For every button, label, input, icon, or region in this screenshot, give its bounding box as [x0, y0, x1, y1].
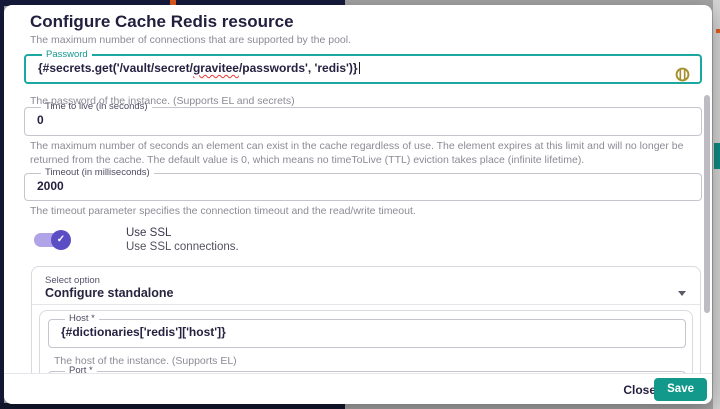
dialog-footer: Close Save: [4, 373, 712, 404]
password-field[interactable]: Password {#secrets.get('/vault/secret/gr…: [24, 50, 702, 84]
password-label: Password: [46, 49, 88, 60]
save-button[interactable]: Save: [654, 378, 707, 401]
use-ssl-toggle[interactable]: ✓: [34, 230, 71, 250]
background-orange-dot: [716, 29, 720, 33]
ttl-field[interactable]: Time to live (in seconds) 0: [24, 102, 702, 136]
text-cursor: [358, 62, 360, 74]
chevron-down-icon[interactable]: [678, 291, 686, 296]
use-ssl-title: Use SSL: [126, 227, 172, 239]
mode-select[interactable]: Configure standalone: [45, 286, 173, 300]
timeout-label: Timeout (in milliseconds): [45, 167, 150, 178]
divider: [32, 304, 700, 305]
background-teal-button-fragment: [714, 143, 720, 169]
port-label: Port *: [69, 365, 93, 374]
screen: Configure Cache Redis resource The maxim…: [0, 0, 720, 409]
host-value[interactable]: {#dictionaries['redis']['host']}: [61, 325, 673, 339]
timeout-field[interactable]: Timeout (in milliseconds) 2000: [24, 168, 702, 201]
ttl-value[interactable]: 0: [37, 113, 689, 127]
use-ssl-description: Use SSL connections.: [126, 241, 239, 253]
ttl-label: Time to live (in seconds): [45, 101, 148, 112]
timeout-helper-text: The timeout parameter specifies the conn…: [30, 205, 416, 217]
toggle-check-icon: ✓: [51, 230, 71, 250]
vertical-scrollbar[interactable]: [704, 95, 710, 313]
background-right-edge: [713, 0, 720, 409]
port-field[interactable]: Port *: [48, 366, 686, 373]
dialog-title: Configure Cache Redis resource: [30, 12, 294, 31]
standalone-config-card: Host * {#dictionaries['redis']['host']} …: [39, 310, 693, 373]
secret-el-icon[interactable]: [675, 67, 690, 82]
redis-mode-card: Select option Configure standalone Host …: [31, 266, 701, 373]
timeout-value[interactable]: 2000: [37, 179, 689, 193]
host-label: Host *: [69, 313, 95, 324]
password-value[interactable]: {#secrets.get('/vault/secret/gravitee/pa…: [38, 61, 688, 75]
dialog-scroll-area[interactable]: The maximum number of connections that a…: [4, 33, 712, 373]
configure-cache-redis-dialog: Configure Cache Redis resource The maxim…: [4, 5, 712, 404]
host-field[interactable]: Host * {#dictionaries['redis']['host']}: [48, 314, 686, 348]
ttl-helper-text: The maximum number of seconds an element…: [30, 140, 684, 166]
mode-select-label: Select option: [45, 275, 100, 286]
pool-helper-text: The maximum number of connections that a…: [30, 34, 352, 46]
